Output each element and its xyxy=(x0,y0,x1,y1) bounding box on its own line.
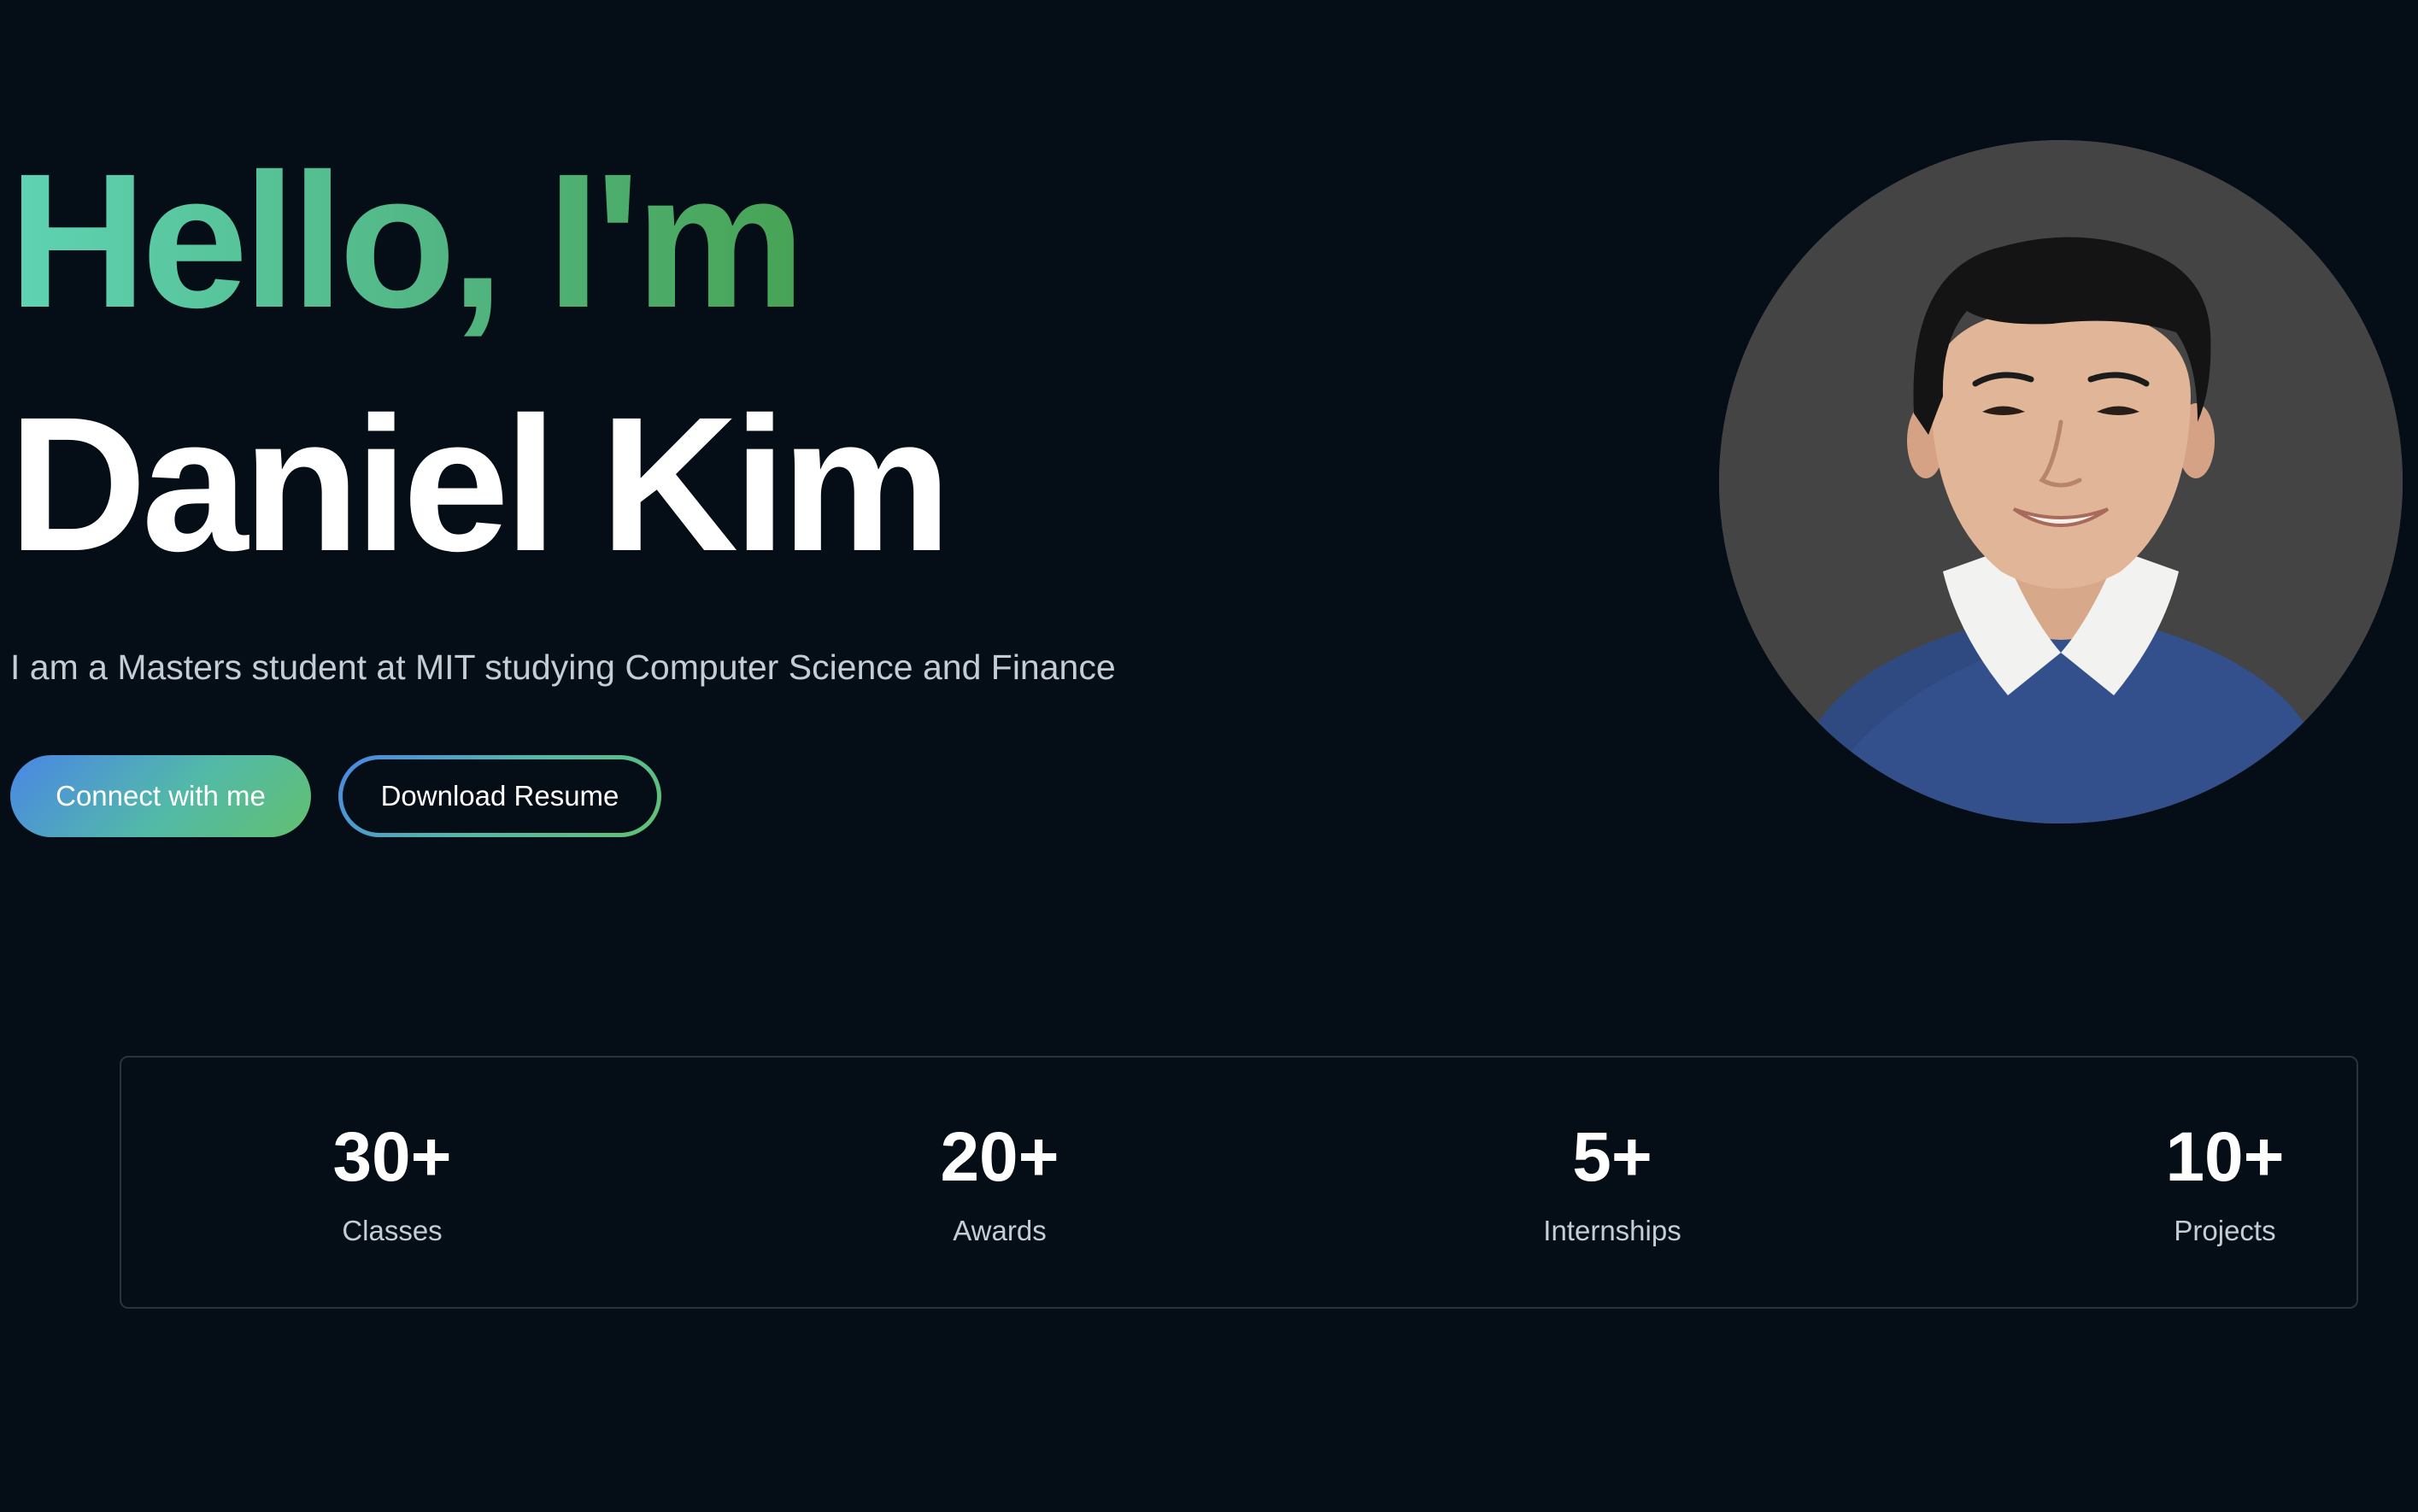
hero-subtitle: I am a Masters student at MIT studying C… xyxy=(10,648,1116,687)
stat-label: Internships xyxy=(1543,1215,1681,1246)
portfolio-page: Hello, I'm Daniel Kim I am a Masters stu… xyxy=(0,0,2418,1512)
stat-classes: 30+ Classes xyxy=(221,1058,563,1307)
stat-value: 5+ xyxy=(1572,1118,1652,1196)
stat-label: Classes xyxy=(342,1215,443,1246)
download-resume-border: Download Resume xyxy=(338,755,661,837)
stat-internships: 5+ Internships xyxy=(1441,1058,1783,1307)
stat-value: 20+ xyxy=(940,1118,1059,1196)
hero-greeting: Hello, I'm xyxy=(9,134,806,348)
stat-label: Awards xyxy=(953,1215,1047,1246)
stat-value: 10+ xyxy=(2165,1118,2285,1196)
connect-button[interactable]: Connect with me xyxy=(10,755,311,837)
stat-projects: 10+ Projects xyxy=(2054,1058,2396,1307)
stat-value: 30+ xyxy=(332,1118,452,1196)
hero-name: Daniel Kim xyxy=(9,378,952,591)
stats-panel: 30+ Classes 20+ Awards 5+ Internships 10… xyxy=(120,1056,2358,1309)
hero-actions: Connect with me Download Resume xyxy=(10,755,661,837)
stat-label: Projects xyxy=(2174,1215,2276,1246)
profile-photo xyxy=(1719,140,2403,823)
download-resume-button[interactable]: Download Resume xyxy=(343,759,657,833)
stat-awards: 20+ Awards xyxy=(829,1058,1171,1307)
